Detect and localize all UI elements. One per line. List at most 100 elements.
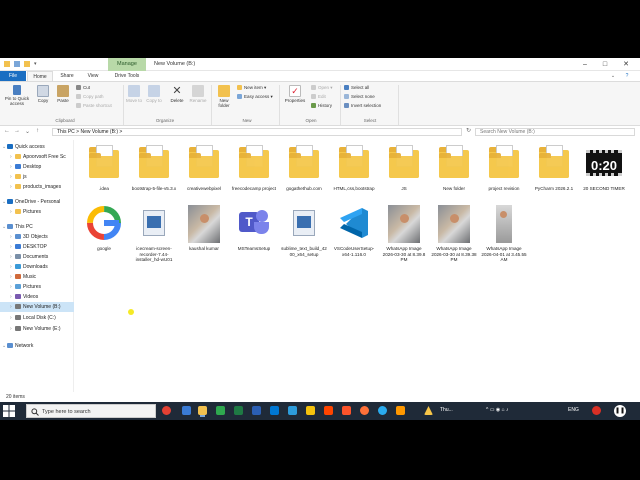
taskbar-app-icon[interactable] xyxy=(182,406,191,415)
tab-drive-tools[interactable]: Drive Tools xyxy=(108,71,146,81)
sidebar-item[interactable]: › Local Disk (C:) xyxy=(0,313,74,323)
edit-button[interactable]: Edit xyxy=(311,94,326,100)
windows-start-icon[interactable] xyxy=(3,405,15,417)
select-none-button[interactable]: Select none xyxy=(344,94,375,100)
open-button[interactable]: Open ▾ xyxy=(311,85,333,91)
recent-chevron-icon[interactable]: ⌄ xyxy=(25,128,30,135)
help-icon[interactable]: ? xyxy=(622,71,632,81)
chevron-down-icon[interactable]: ⌄ xyxy=(608,71,618,81)
file-item[interactable]: PyCharm 2026.2.1 xyxy=(530,142,578,192)
file-item[interactable]: .idea xyxy=(80,142,128,192)
easy-access-button[interactable]: Easy access ▾ xyxy=(237,94,273,100)
sidebar-item[interactable]: › 3D Objects xyxy=(0,232,74,242)
file-item[interactable]: New folder xyxy=(430,142,478,192)
sidebar-item[interactable]: ⌄ This PC xyxy=(0,222,74,232)
pin-to-quick-access-button[interactable]: Pin to Quick access xyxy=(3,85,31,106)
weather-text[interactable]: Thu... xyxy=(440,407,453,413)
vscode-taskbar-icon[interactable] xyxy=(288,406,297,415)
file-explorer-icon[interactable] xyxy=(198,406,207,415)
rename-button[interactable]: Rename xyxy=(188,85,208,103)
sidebar-item[interactable]: › New Volume (B:) xyxy=(0,302,74,312)
address-bar[interactable]: This PC > New Volume (B:) > xyxy=(52,128,462,136)
taskbar-search-input[interactable]: Type here to search xyxy=(26,404,156,418)
properties-button[interactable]: ✓ Properties xyxy=(282,85,308,103)
file-item[interactable]: WhatsApp Image 2026-03-30 at 8.39.38 PM xyxy=(430,202,478,263)
system-tray-icons[interactable]: ^ ▭ ◉ ⌂ ♪ xyxy=(486,407,509,413)
pause-icon[interactable]: ❚❚ xyxy=(614,405,626,417)
telegram-icon[interactable] xyxy=(378,406,387,415)
quick-access-save-icon[interactable] xyxy=(14,61,20,67)
up-arrow-icon[interactable]: ↑ xyxy=(36,128,39,134)
file-item[interactable]: gogathethub.com xyxy=(280,142,328,192)
sidebar-item[interactable]: › New Volume (E:) xyxy=(0,324,74,334)
back-arrow-icon[interactable]: ← xyxy=(4,128,10,134)
brave-icon[interactable] xyxy=(342,406,351,415)
copy-path-button[interactable]: Copy path xyxy=(76,94,104,100)
invert-selection-button[interactable]: Invert selection xyxy=(344,103,381,109)
word-icon[interactable] xyxy=(252,406,261,415)
tab-share[interactable]: Share xyxy=(56,71,78,81)
search-input[interactable]: Search New Volume (B:) xyxy=(475,128,635,136)
file-item[interactable]: freecodecamp project xyxy=(230,142,278,192)
sidebar-item[interactable]: ⌄ Quick access xyxy=(0,142,74,152)
copy-button[interactable]: Copy xyxy=(35,85,51,103)
file-item[interactable]: google xyxy=(80,202,128,252)
file-item[interactable]: sublime_text_build_4200_x64_setup xyxy=(280,202,328,257)
paste-shortcut-button[interactable]: Paste shortcut xyxy=(76,103,112,109)
sidebar-item[interactable]: › Apoorvsoft Free Sc xyxy=(0,152,74,162)
file-item[interactable]: T MSTeamsSetup xyxy=(230,202,278,252)
forward-arrow-icon[interactable]: → xyxy=(14,128,20,134)
paste-button[interactable]: Paste xyxy=(55,85,71,103)
new-folder-button[interactable]: New folder xyxy=(214,85,234,108)
close-button[interactable]: ✕ xyxy=(621,60,631,69)
file-item[interactable]: creativewebpixel xyxy=(180,142,228,192)
cut-button[interactable]: Cut xyxy=(76,85,90,91)
quick-access-folder-icon[interactable] xyxy=(24,61,30,67)
sidebar-item[interactable]: › Downloads xyxy=(0,262,74,272)
file-item[interactable]: WhatsApp Image 2026-03-30 at 8.39.8 PM xyxy=(380,202,428,263)
tab-home[interactable]: Home xyxy=(27,71,53,81)
file-item[interactable]: kaushal kumar xyxy=(180,202,228,252)
edge-icon[interactable] xyxy=(270,406,279,415)
sidebar-item[interactable]: › Pictures xyxy=(0,282,74,292)
move-to-button[interactable]: Move to xyxy=(126,85,142,103)
taskbar-app-icon[interactable] xyxy=(216,406,225,415)
sidebar-item[interactable]: › js xyxy=(0,172,74,182)
file-item[interactable]: VSCodeUserSetup-x64-1.116.0 xyxy=(330,202,378,257)
sidebar-item[interactable]: › products_images xyxy=(0,182,74,192)
tab-view[interactable]: View xyxy=(82,71,104,81)
firefox-icon[interactable] xyxy=(360,406,369,415)
sidebar-item[interactable]: ⌄ OneDrive - Personal xyxy=(0,197,74,207)
sidebar-item[interactable]: › Music xyxy=(0,272,74,282)
excel-icon[interactable] xyxy=(234,406,243,415)
file-item[interactable]: HTML,css,bootstrap xyxy=(330,142,378,192)
record-icon[interactable] xyxy=(592,406,601,415)
sublime-text-icon[interactable] xyxy=(396,406,405,415)
sidebar-item[interactable]: › Pictures xyxy=(0,207,74,217)
refresh-icon[interactable]: ↻ xyxy=(466,127,471,134)
tab-file[interactable]: File xyxy=(0,71,26,81)
copy-to-button[interactable]: Copy to xyxy=(146,85,162,103)
minimize-button[interactable]: – xyxy=(580,60,590,69)
sidebar-item[interactable]: › Documents xyxy=(0,252,74,262)
file-item[interactable]: WhatsApp Image 2026-04-01 at 3.45.55 AM xyxy=(480,202,528,263)
chrome-icon[interactable] xyxy=(162,406,171,415)
delete-button[interactable]: ✕ Delete xyxy=(168,85,186,103)
history-button[interactable]: History xyxy=(311,103,332,109)
file-item[interactable]: 0:20 20 SECOND TIMER xyxy=(580,142,628,192)
sticky-notes-icon[interactable] xyxy=(306,406,315,415)
manage-contextual-tab[interactable]: Manage xyxy=(108,58,146,71)
sidebar-item[interactable]: › DESKTOP xyxy=(0,242,74,252)
file-item[interactable]: bootstrap-5-file-v5.3.x xyxy=(130,142,178,192)
file-item[interactable]: JS xyxy=(380,142,428,192)
language-indicator[interactable]: ENG xyxy=(568,407,579,413)
select-all-button[interactable]: Select all xyxy=(344,85,369,91)
sidebar-item[interactable]: ⌄ Network xyxy=(0,341,74,351)
sidebar-item[interactable]: › Desktop xyxy=(0,162,74,172)
maximize-button[interactable]: □ xyxy=(600,60,610,69)
new-item-button[interactable]: New item ▾ xyxy=(237,85,266,91)
sidebar-item[interactable]: › Videos xyxy=(0,292,74,302)
taskbar-app-icon[interactable] xyxy=(324,406,333,415)
file-item[interactable]: project revision xyxy=(480,142,528,192)
chevron-down-icon[interactable]: ▾ xyxy=(34,61,38,67)
